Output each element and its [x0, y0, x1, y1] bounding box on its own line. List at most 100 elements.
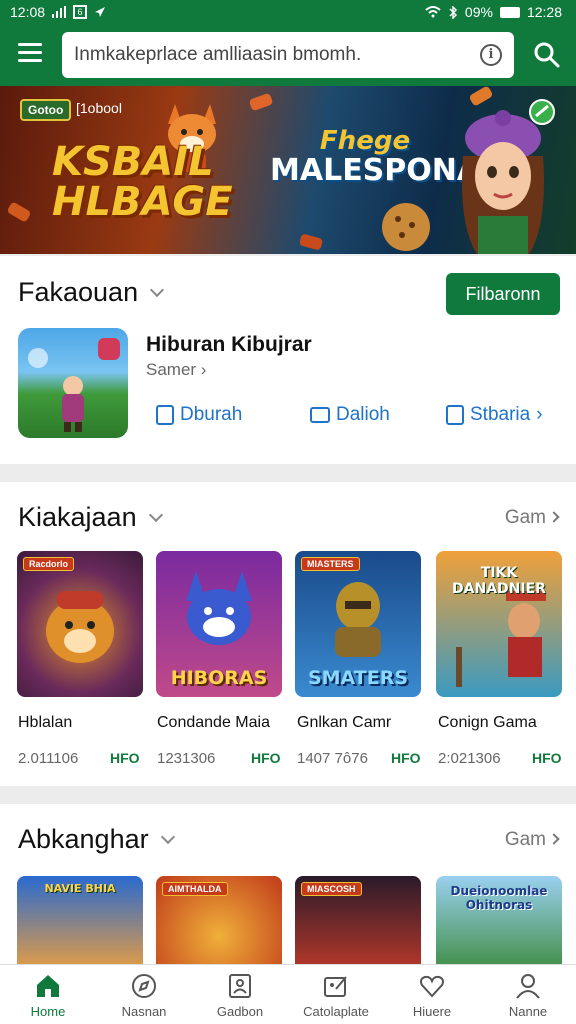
notification-icon: 6 — [73, 5, 88, 19]
menu-icon[interactable] — [18, 43, 42, 63]
game-stat: 1231306 — [157, 750, 216, 767]
top-app-bar: i — [0, 24, 576, 86]
chevron-down-icon[interactable] — [148, 507, 163, 523]
profile-card-icon — [229, 974, 251, 998]
search-icon[interactable] — [533, 41, 561, 69]
nav-home[interactable]: Home — [0, 965, 96, 1024]
game-tile[interactable]: HIBORAS — [156, 551, 282, 697]
search-bar[interactable]: i — [62, 32, 514, 78]
nav-label: Hiuere — [412, 1004, 452, 1019]
decor-candy — [248, 92, 274, 112]
banner-title-right-line2: MALESPONA — [270, 153, 481, 188]
search-input[interactable] — [74, 44, 480, 66]
see-more-link[interactable]: Gam — [504, 829, 560, 851]
nav-label: Nanne — [508, 1004, 548, 1019]
game-badge: HFO — [251, 750, 281, 766]
section-title-text: Fakaouan — [18, 277, 139, 307]
edit-image-icon — [324, 976, 347, 997]
banner-tag: [1obool — [76, 100, 122, 116]
tile-tag: MIASCOSH — [301, 882, 362, 896]
tile-tag: MIASTERS — [301, 557, 360, 571]
game-tile[interactable]: NAVIE BHIA — [17, 876, 143, 976]
chevron-down-icon[interactable] — [160, 829, 175, 845]
section-title: Abkanghar — [18, 824, 175, 855]
games-section: Kiakajaan Gam Racdorlo HIBORAS MIASTERS … — [0, 482, 576, 786]
see-more-text: Gam — [504, 507, 546, 528]
nav-account[interactable]: Nanne — [480, 965, 576, 1024]
bottom-navigation: Home Nasnan Gadbon Catolaplate Hiuere Na… — [0, 964, 576, 1024]
decor-candy — [6, 201, 32, 223]
game-tile[interactable]: Dueionoomlae Ohitnoras — [436, 876, 562, 976]
edit-icon — [446, 405, 464, 425]
see-more-link[interactable]: Gam — [504, 507, 560, 529]
battery-percent: 09% — [464, 4, 493, 20]
nav-templates[interactable]: Catolaplate — [288, 965, 384, 1024]
home-icon — [37, 975, 59, 997]
tile-tag: AIMTHALDA — [162, 882, 228, 896]
tile-title: NAVIE BHIA — [44, 882, 116, 895]
nav-label: Catolaplate — [303, 1004, 369, 1019]
bear-character-icon — [46, 591, 114, 663]
game-stat: 2:021306 — [438, 750, 501, 767]
status-time-right: 12:28 — [526, 4, 562, 20]
download-icon — [156, 405, 174, 425]
section-title-text: Kiakajaan — [18, 502, 137, 532]
banner-title-left-line2: HLBAGE — [52, 179, 233, 225]
game-tile[interactable]: Racdorlo — [17, 551, 143, 697]
girl-character-icon — [462, 110, 544, 254]
tile-title: SMATERS — [307, 667, 409, 689]
app-category[interactable]: Samer › — [146, 360, 206, 380]
banner-title-right: Fhege MALESPONA — [270, 126, 481, 188]
nav-favorites[interactable]: Hiuere — [384, 965, 480, 1024]
screen-icon — [310, 407, 330, 423]
signal-icon — [52, 6, 67, 18]
decor-candy — [468, 86, 494, 107]
action-share[interactable]: Stbaria › — [446, 404, 543, 426]
nav-explore[interactable]: Nasnan — [96, 965, 192, 1024]
compass-icon — [132, 974, 156, 998]
promo-banner[interactable]: Gotoo [1obool KSBAIL HLBAGE Fhege MALESP… — [0, 86, 576, 254]
section-title-text: Abkanghar — [18, 824, 149, 854]
section-title: Kiakajaan — [18, 502, 163, 533]
more-games-section: Abkanghar Gam NAVIE BHIA AIMTHALDA MIASC… — [0, 804, 576, 976]
tile-title: HIBORAS — [170, 667, 268, 689]
nav-label: Gadbon — [216, 1004, 264, 1019]
bluetooth-icon — [449, 5, 457, 19]
tile-tag: Racdorlo — [23, 557, 75, 571]
primary-action-button[interactable]: Filbaronn — [446, 273, 560, 315]
game-stat: 1407 7ô76 — [297, 750, 368, 767]
game-tile[interactable]: MIASCOSH — [295, 876, 421, 976]
game-tile[interactable]: AIMTHALDA — [156, 876, 282, 976]
action-label: Stbaria — [470, 404, 531, 425]
banner-title-left-line1: KSBAIL — [52, 139, 214, 185]
game-name[interactable]: Hblalan — [18, 714, 72, 732]
game-tile[interactable]: MIASTERS SMATERS — [295, 551, 421, 697]
action-label: Dburah — [180, 404, 243, 425]
app-category-text: Samer — [146, 360, 197, 379]
banner-title-left: KSBAIL HLBAGE — [52, 142, 252, 222]
game-name[interactable]: Condande Maia — [157, 714, 270, 732]
info-icon[interactable]: i — [480, 44, 502, 66]
banner-badge: Gotoo — [20, 99, 72, 121]
game-name[interactable]: Gnlkan Camr — [297, 714, 391, 732]
section-title: Fakaouan — [18, 277, 165, 308]
heart-icon — [420, 975, 444, 998]
action-download[interactable]: Dburah — [156, 404, 242, 426]
battery-icon — [499, 6, 520, 18]
app-icon[interactable] — [18, 328, 128, 438]
action-details[interactable]: Dalioh — [310, 404, 390, 426]
game-tile[interactable]: TIKK DANADNIER — [436, 551, 562, 697]
banner-title-right-line1: Fhege — [319, 126, 411, 156]
game-name[interactable]: Conign Gama — [438, 714, 537, 732]
featured-section: Fakaouan Filbaronn Hiburan Kibujrar Same… — [0, 256, 576, 464]
nav-label: Nasnan — [121, 1004, 167, 1019]
tile-title: TIKK DANADNIER — [452, 565, 546, 597]
app-name[interactable]: Hiburan Kibujrar — [146, 333, 312, 357]
nav-profile-card[interactable]: Gadbon — [192, 965, 288, 1024]
cookie-icon — [382, 203, 430, 251]
chevron-down-icon[interactable] — [150, 282, 165, 298]
game-stat: 2.011106 — [18, 750, 79, 767]
tile-title: Dueionoomlae Ohitnoras — [450, 884, 548, 912]
see-more-text: Gam — [504, 829, 546, 850]
game-badge: HFO — [110, 750, 140, 766]
